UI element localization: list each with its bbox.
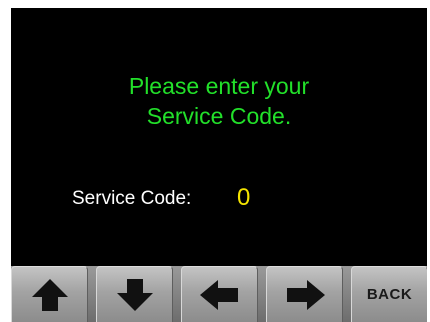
down-button[interactable]	[96, 266, 173, 322]
arrow-left-icon	[199, 279, 238, 310]
back-button[interactable]: BACK	[351, 266, 427, 322]
arrow-up-icon	[31, 278, 68, 311]
up-button[interactable]	[11, 266, 88, 322]
instruction-prompt: Please enter your Service Code.	[11, 71, 427, 131]
back-button-label: BACK	[366, 286, 413, 303]
prompt-line-1: Please enter your	[128, 73, 310, 99]
left-button[interactable]	[181, 266, 258, 322]
right-button[interactable]	[266, 266, 343, 322]
arrow-down-icon	[116, 278, 153, 311]
service-code-value[interactable]: 0	[237, 183, 250, 213]
service-code-screen: Please enter your Service Code. Service …	[11, 8, 427, 322]
service-code-label: Service Code:	[72, 188, 192, 209]
arrow-right-icon	[286, 279, 325, 310]
prompt-line-2: Service Code.	[146, 103, 292, 129]
navigation-toolbar: BACK	[11, 266, 427, 322]
